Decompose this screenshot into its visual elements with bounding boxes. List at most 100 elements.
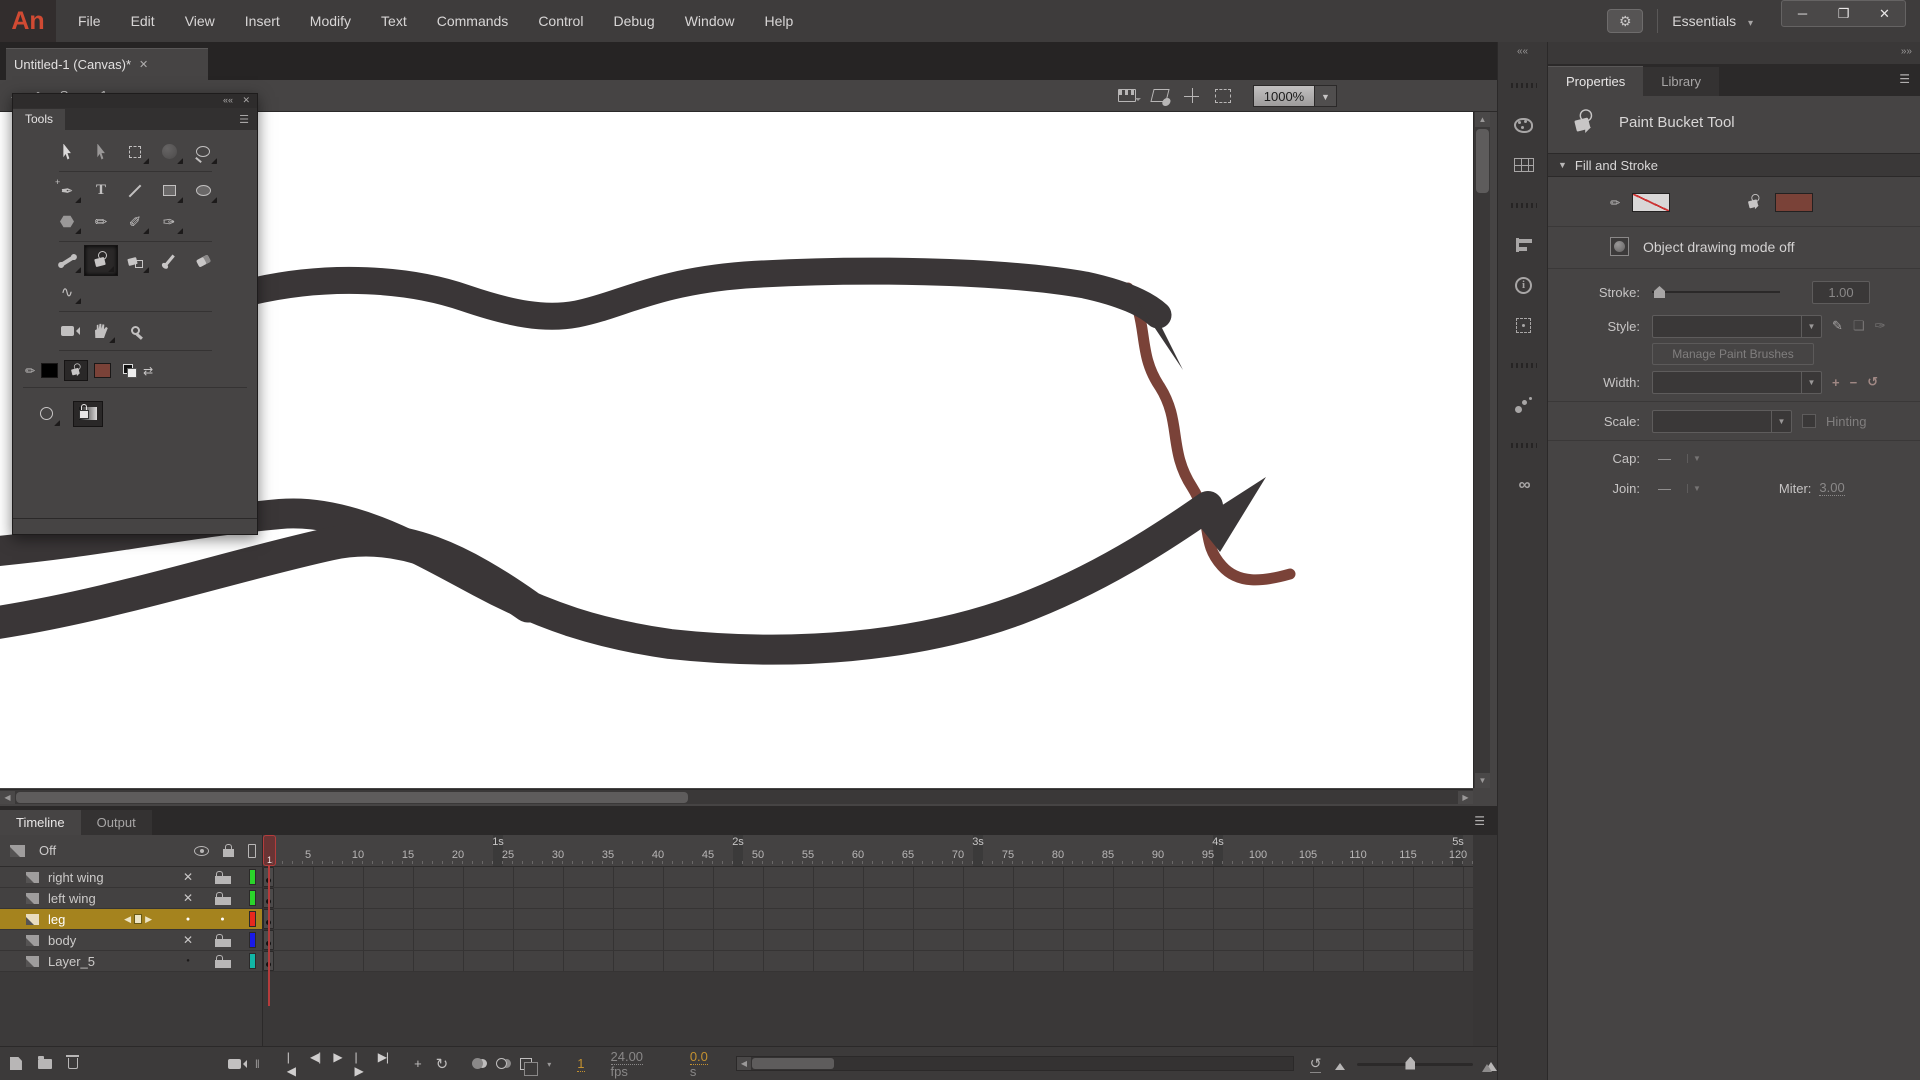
classic-brush-tool[interactable]: ✑ [152,206,186,237]
horizontal-scrollbar[interactable]: ◀ ▶ [0,789,1473,804]
edit-stroke-style-icon[interactable]: ✎ [1832,318,1843,334]
panel-grip[interactable] [1498,185,1549,225]
menu-item[interactable]: Help [765,13,794,29]
layer-outline-color[interactable] [249,890,256,906]
tools-panel-titlebar[interactable]: «« ✕ [13,94,257,108]
bone-tool[interactable] [50,245,84,276]
onion-skin-outlines-icon[interactable] [496,1058,507,1069]
edit-multiple-frames-icon[interactable] [520,1058,532,1070]
elapsed-time-value[interactable]: 0.0 [690,1049,708,1065]
stroke-style-dropdown[interactable]: ▼ [1652,315,1822,338]
menu-item[interactable]: Edit [131,13,155,29]
layer-lock-toggle[interactable] [215,939,231,947]
timeline-ruler[interactable]: 1s2s3s4s5s510152025303540455055606570758… [263,835,1497,867]
outline-all-icon[interactable] [248,844,256,858]
clip-content-icon[interactable] [1118,89,1136,102]
fill-color-bucket-icon[interactable] [64,360,88,381]
layer-lock-toggle[interactable] [215,897,231,905]
asset-warp-tool[interactable]: ∿ [50,276,84,307]
object-drawing-toggle[interactable] [1610,237,1629,256]
reset-timeline-zoom-icon[interactable]: ↺ [1310,1055,1322,1073]
layer-outline-color[interactable] [249,932,256,948]
tab-properties[interactable]: Properties [1548,66,1643,96]
gap-size-option[interactable] [29,398,63,429]
oval-tool[interactable] [186,175,220,206]
step-forward-button[interactable]: |▶ [355,1050,365,1078]
layer-name[interactable]: left wing [48,891,96,906]
step-back-button[interactable]: ◀| [310,1050,320,1078]
tools-separator[interactable] [50,237,220,245]
panel-grip[interactable] [1498,65,1549,105]
miter-value[interactable]: 3.00 [1819,480,1844,496]
tab-close-icon[interactable]: ✕ [139,58,148,71]
layer-visibility-toggle[interactable] [180,933,196,947]
timeline-zoom-slider[interactable] [1357,1057,1473,1071]
layer-row-body[interactable]: body ◀▶ [0,930,262,951]
menu-item[interactable]: View [185,13,215,29]
layer-row-right-wing[interactable]: right wing ◀▶ [0,867,262,888]
transform-panel-icon[interactable] [1498,305,1549,345]
frame-scrollbar[interactable]: ◀ [736,1056,1294,1071]
swatches-panel-icon[interactable] [1498,145,1549,185]
stroke-color-swatch[interactable] [1632,193,1670,212]
swap-colors-icon[interactable]: ⇄ [143,364,153,378]
lasso-tool[interactable] [186,136,220,167]
align-panel-icon[interactable] [1498,225,1549,265]
modify-markers-icon[interactable] [545,1058,551,1070]
delete-layer-button[interactable] [68,1058,78,1069]
go-to-last-frame-button[interactable]: ▶| [378,1050,388,1078]
line-tool[interactable] [118,175,152,206]
expand-panels-icon[interactable]: »» [1901,46,1912,57]
parenting-view-toggle[interactable]: Off [39,843,56,858]
panel-grip[interactable] [1498,425,1549,465]
menu-item[interactable]: File [78,13,101,29]
play-button[interactable]: ▶ [333,1050,341,1078]
menu-item[interactable]: Modify [310,13,351,29]
panel-menu-icon[interactable]: ☰ [1899,72,1910,86]
paint-brush-tool[interactable]: ✐ [118,206,152,237]
brush-library-panel-icon[interactable] [1498,385,1549,425]
clip-outside-stage-icon[interactable] [1215,89,1231,103]
layer-outline-color[interactable] [249,869,256,885]
tools-separator[interactable] [50,307,220,315]
layer-depth-button[interactable]: ‖ [255,1057,261,1071]
lock-fill-toggle[interactable] [73,401,103,427]
stroke-size-input[interactable]: 1.00 [1812,281,1870,304]
add-width-profile-icon[interactable]: + [1832,375,1840,390]
panel-menu-icon[interactable]: ☰ [1474,814,1485,828]
tab-library[interactable]: Library [1643,67,1719,96]
current-frame-indicator[interactable]: 1 [577,1056,584,1072]
layer-lock-toggle[interactable] [215,916,231,923]
close-button[interactable]: ✕ [1864,1,1905,26]
layer-name[interactable]: Layer_5 [48,954,95,969]
go-to-first-frame-button[interactable]: |◀ [287,1050,297,1078]
zoom-in-frames-icon[interactable] [1485,1056,1497,1071]
onion-skin-icon[interactable] [472,1058,483,1069]
fill-and-stroke-section-header[interactable]: ▼ Fill and Stroke [1548,153,1920,177]
default-colors-icon[interactable] [123,364,137,378]
cap-dropdown[interactable]: ▼ [1687,454,1701,463]
rotation-tool-icon[interactable] [1150,89,1169,102]
free-transform-tool[interactable] [118,136,152,167]
remove-width-profile-icon[interactable]: − [1850,375,1858,390]
layer-lock-toggle[interactable] [215,960,231,968]
layer-row-left-wing[interactable]: left wing ◀▶ [0,888,262,909]
info-panel-icon[interactable]: i [1498,265,1549,305]
workspace-sync-icon[interactable]: ⚙ [1607,9,1643,33]
zoom-tool[interactable] [118,315,152,346]
workspace-selector[interactable]: Essentials ▾ [1672,13,1753,29]
frame-scroll-left-icon[interactable]: ◀ [737,1057,751,1070]
layer-visibility-toggle[interactable] [180,870,196,884]
minimize-button[interactable]: ─ [1782,1,1823,26]
layer-name[interactable]: leg [48,912,65,927]
menu-item[interactable]: Debug [613,13,654,29]
manage-paint-brushes-button[interactable]: Manage Paint Brushes [1652,343,1814,365]
tab-timeline[interactable]: Timeline [0,810,81,835]
zoom-out-frames-icon[interactable] [1335,1058,1345,1070]
hinting-checkbox[interactable] [1802,414,1816,428]
layer-lock-toggle[interactable] [215,876,231,884]
fill-color-swatch[interactable] [1775,193,1813,212]
tools-separator[interactable] [50,167,220,175]
scale-dropdown[interactable]: ▼ [1652,410,1792,433]
playhead[interactable]: 1 [263,835,276,866]
